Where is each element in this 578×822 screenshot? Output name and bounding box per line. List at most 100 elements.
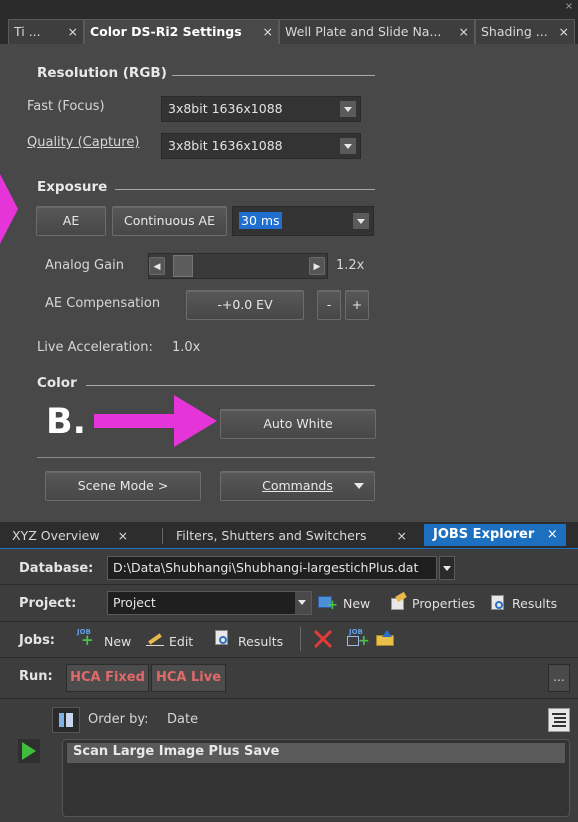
project-new-icon[interactable]: + xyxy=(318,595,338,612)
results-icon[interactable] xyxy=(214,630,232,647)
edit-icon[interactable] xyxy=(146,630,166,648)
chevron-down-icon xyxy=(298,600,306,605)
tab-label: Color DS-Ri2 Settings xyxy=(90,24,242,39)
tab-label: JOBS Explorer xyxy=(433,527,535,542)
quality-resolution-dropdown[interactable]: 3x8bit 1636x1088 xyxy=(161,133,361,159)
close-icon[interactable]: × xyxy=(396,528,406,543)
project-dropdown[interactable]: Project xyxy=(107,591,312,615)
database-label: Database: xyxy=(19,561,94,576)
tab-jobs-explorer[interactable]: JOBS Explorer × xyxy=(424,524,566,546)
scene-mode-button[interactable]: Scene Mode > xyxy=(45,471,201,501)
ae-comp-plus-button[interactable]: + xyxy=(345,290,369,320)
project-properties-button[interactable]: Properties xyxy=(412,596,475,611)
database-field[interactable]: D:\Data\Shubhangi\Shubhangi-largestichPl… xyxy=(107,556,437,580)
export-job-icon[interactable] xyxy=(376,630,398,648)
divider xyxy=(0,698,578,699)
project-results-button[interactable]: Results xyxy=(512,596,557,611)
run-label: Run: xyxy=(19,669,53,684)
chevron-down-icon xyxy=(443,566,451,571)
project-new-button[interactable]: New xyxy=(343,596,370,611)
list-item[interactable]: Scan Large Image Plus Save xyxy=(67,743,565,763)
commands-button[interactable]: Commands xyxy=(220,471,375,501)
project-label: Project: xyxy=(19,596,77,611)
quality-resolution-value: 3x8bit 1636x1088 xyxy=(168,138,283,153)
close-icon[interactable]: × xyxy=(263,20,273,43)
slider-right-arrow-icon[interactable]: ▶ xyxy=(309,257,325,275)
color-section-title: Color xyxy=(37,375,77,391)
toggle-panel-button[interactable] xyxy=(52,707,80,733)
job-list: Scan Large Image Plus Save xyxy=(62,739,570,817)
line-shape xyxy=(552,725,566,727)
ae-compensation-value[interactable]: -+0.0 EV xyxy=(186,290,304,320)
line-shape xyxy=(552,713,566,715)
job-edit-button[interactable]: Edit xyxy=(169,634,193,649)
fast-focus-label: Fast (Focus) xyxy=(27,99,105,114)
list-view-icon[interactable] xyxy=(548,708,570,732)
tab-xyz-overview[interactable]: XYZ Overview × xyxy=(12,525,128,546)
close-icon[interactable]: × xyxy=(547,527,558,542)
close-icon[interactable]: × xyxy=(68,20,78,43)
job-results-button[interactable]: Results xyxy=(238,634,283,649)
order-by-value[interactable]: Date xyxy=(167,712,198,727)
toolbar-separator xyxy=(300,627,301,651)
chevron-down-icon xyxy=(353,213,369,229)
plus-shape: + xyxy=(358,633,370,649)
slider-left-arrow-icon[interactable]: ◀ xyxy=(149,257,165,275)
panel-right-shape xyxy=(66,713,73,727)
divider xyxy=(0,584,578,585)
run-job-button[interactable] xyxy=(18,739,40,763)
chevron-down-icon xyxy=(354,483,364,489)
chevron-down-icon xyxy=(340,101,356,117)
results-icon[interactable] xyxy=(490,595,508,612)
analog-gain-value: 1.2x xyxy=(336,258,365,273)
fast-resolution-dropdown[interactable]: 3x8bit 1636x1088 xyxy=(161,96,361,122)
fast-resolution-value: 3x8bit 1636x1088 xyxy=(168,101,283,116)
magnifier-shape xyxy=(495,601,503,609)
analog-gain-slider[interactable]: ◀ ▶ xyxy=(148,253,328,279)
tab-shading[interactable]: Shading ... × xyxy=(475,19,575,44)
tab-label: Shading ... xyxy=(481,24,548,39)
ae-compensation-label: AE Compensation xyxy=(45,296,161,311)
continuous-ae-button[interactable]: Continuous AE xyxy=(112,206,227,236)
annotation-arrow-shape xyxy=(94,395,217,447)
commands-label: Commands xyxy=(262,478,333,493)
divider xyxy=(0,657,578,658)
divider xyxy=(37,457,375,458)
hca-live-button[interactable]: HCA Live xyxy=(151,664,226,692)
ae-button[interactable]: AE xyxy=(36,206,106,236)
database-dropdown-button[interactable] xyxy=(439,556,455,580)
ae-comp-minus-button[interactable]: - xyxy=(317,290,341,320)
window-close-icon[interactable]: × xyxy=(563,2,575,12)
tab-well-plate[interactable]: Well Plate and Slide Na... × xyxy=(279,19,475,44)
more-options-button[interactable]: ... xyxy=(548,664,570,692)
tab-label: Filters, Shutters and Switchers xyxy=(176,528,367,543)
annotation-arrow-a xyxy=(0,174,18,244)
divider xyxy=(115,189,375,190)
hca-fixed-button[interactable]: HCA Fixed xyxy=(66,664,149,692)
job-new-icon[interactable]: JOB + xyxy=(75,628,95,648)
exposure-time-value: 30 ms xyxy=(239,212,282,229)
close-icon[interactable]: × xyxy=(459,20,469,43)
quality-capture-link[interactable]: Quality (Capture) xyxy=(27,135,139,150)
properties-icon[interactable] xyxy=(389,591,407,612)
close-icon[interactable]: × xyxy=(559,20,569,43)
job-add-to-project-icon[interactable]: JOB + xyxy=(347,628,370,649)
pencil-shape xyxy=(148,633,162,645)
dropdown-button xyxy=(295,592,311,614)
resolution-section-title: Resolution (RGB) xyxy=(37,65,167,81)
close-icon[interactable]: × xyxy=(118,528,128,543)
line-shape xyxy=(554,721,566,723)
auto-white-button[interactable]: Auto White xyxy=(220,409,376,439)
exposure-time-dropdown[interactable]: 30 ms xyxy=(232,206,374,236)
slider-thumb[interactable] xyxy=(173,255,193,277)
annotation-label-b: B. xyxy=(46,402,86,442)
line-shape xyxy=(146,645,164,646)
tab-filters-shutters[interactable]: Filters, Shutters and Switchers × xyxy=(176,525,407,546)
job-new-button[interactable]: New xyxy=(104,634,131,649)
tab-ti[interactable]: Ti ... × xyxy=(8,19,84,44)
tab-color-ds-ri2-settings[interactable]: Color DS-Ri2 Settings × xyxy=(84,19,279,44)
chevron-down-icon xyxy=(340,138,356,154)
delete-x-icon[interactable] xyxy=(312,629,334,649)
exposure-section-title: Exposure xyxy=(37,179,108,195)
order-by-label: Order by: xyxy=(88,712,149,727)
